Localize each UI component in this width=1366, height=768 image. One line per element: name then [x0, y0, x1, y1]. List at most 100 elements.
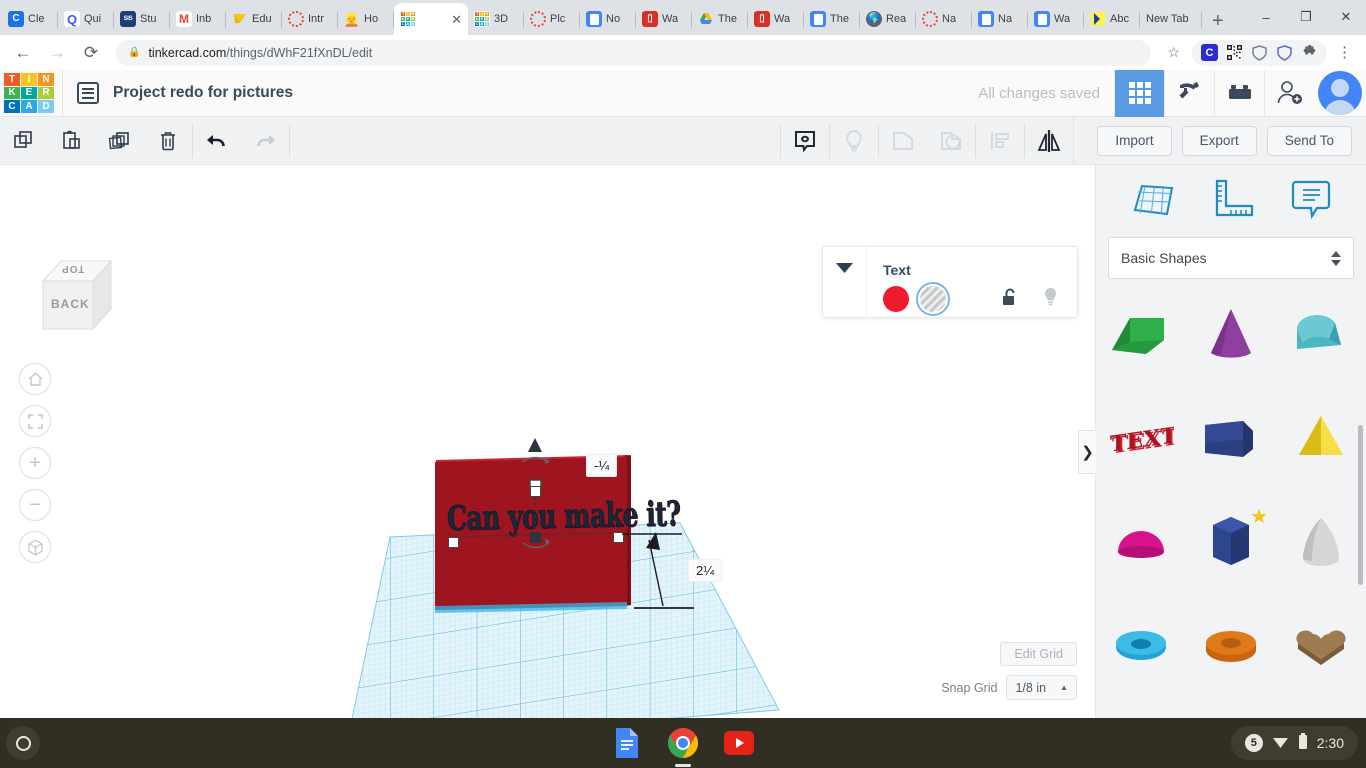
logo-letter: E	[21, 86, 37, 100]
light-icon[interactable]	[830, 117, 878, 165]
unlock-icon[interactable]	[1001, 287, 1020, 312]
paste-icon[interactable]	[48, 117, 96, 165]
resize-handle[interactable]	[530, 486, 541, 497]
shape-item-heart[interactable]	[1282, 605, 1360, 687]
youtube-icon[interactable]	[722, 726, 756, 760]
shape-item-paraboloid[interactable]	[1282, 501, 1360, 583]
shield-icon[interactable]	[1276, 44, 1293, 61]
new-tab-button[interactable]: +	[1202, 11, 1236, 35]
shape-category-select[interactable]: Basic Shapes	[1108, 237, 1354, 279]
maximize-button[interactable]: ❐	[1286, 3, 1326, 31]
browser-tab[interactable]: 👱 Ho	[338, 3, 394, 35]
ungroup-icon[interactable]	[927, 117, 975, 165]
export-button[interactable]: Export	[1181, 125, 1257, 156]
solid-color-swatch[interactable]	[883, 286, 909, 312]
browser-tab[interactable]: Na	[972, 3, 1028, 35]
dimension-label-top[interactable]: -¼	[586, 454, 618, 477]
add-person-icon[interactable]	[1264, 69, 1314, 117]
shape-item-text[interactable]: TEXT TEXT	[1102, 397, 1180, 479]
shape-item-wedge[interactable]	[1102, 293, 1180, 375]
browser-tab[interactable]: Na	[916, 3, 972, 35]
panel-scrollbar[interactable]	[1358, 425, 1363, 585]
browser-tab[interactable]: TIN KER CAD 3D	[468, 3, 524, 35]
browser-tab[interactable]: Q Qui	[58, 3, 114, 35]
bookmark-star-icon[interactable]: ☆	[1161, 44, 1186, 61]
shape-item-half-sphere[interactable]	[1102, 501, 1180, 583]
shield-icon[interactable]	[1251, 44, 1268, 61]
browser-tab[interactable]: Plc	[524, 3, 580, 35]
browser-tab[interactable]: No	[580, 3, 636, 35]
snap-grid-select[interactable]: 1/8 in ▲	[1006, 675, 1077, 700]
classroom-icon: C	[8, 11, 24, 27]
undo-icon[interactable]	[193, 117, 241, 165]
edit-grid-button[interactable]: Edit Grid	[1000, 642, 1077, 666]
browser-tab[interactable]: The	[692, 3, 748, 35]
chrome-icon[interactable]	[666, 726, 700, 767]
browser-tab[interactable]: C Cle	[2, 3, 58, 35]
inspector-collapse-button[interactable]	[823, 246, 867, 318]
copy-icon[interactable]	[0, 117, 48, 165]
hole-swatch[interactable]	[916, 282, 950, 316]
system-tray[interactable]: 5 2:30	[1230, 726, 1358, 760]
dimension-label-right[interactable]: 2¼	[688, 559, 723, 582]
minecraft-pickaxe-icon[interactable]	[1164, 69, 1214, 117]
tinkercad-logo[interactable]: T I N K E R C A D	[4, 73, 54, 113]
close-icon[interactable]: ✕	[451, 13, 462, 26]
browser-tab[interactable]: 🌎 Rea	[860, 3, 916, 35]
shape-item-torus[interactable]	[1102, 605, 1180, 687]
panel-collapse-button[interactable]: ❯	[1078, 430, 1096, 474]
note-icon[interactable]	[1289, 177, 1333, 226]
group-icon[interactable]	[879, 117, 927, 165]
note-icon[interactable]	[781, 117, 829, 165]
mirror-icon[interactable]	[1025, 117, 1073, 165]
import-button[interactable]: Import	[1097, 125, 1172, 156]
forward-button[interactable]: →	[42, 38, 72, 68]
browser-tab[interactable]: Edu	[226, 3, 282, 35]
shape-item-tube[interactable]	[1192, 605, 1270, 687]
shape-item-pyramid[interactable]	[1282, 397, 1360, 479]
lightbulb-icon[interactable]	[1042, 286, 1059, 312]
chrome-menu-button[interactable]: ⋮	[1331, 45, 1358, 60]
browser-tab[interactable]: The	[804, 3, 860, 35]
browser-tab[interactable]: New Tab	[1140, 3, 1202, 35]
browser-tab-active[interactable]: TIN KER CAD ✕	[394, 3, 468, 35]
avatar[interactable]	[1318, 71, 1362, 115]
project-list-icon[interactable]	[77, 82, 99, 104]
edpuzzle-icon	[232, 11, 248, 27]
extensions-bar: C	[1192, 39, 1327, 66]
puzzle-piece-icon[interactable]	[1301, 44, 1318, 61]
qr-code-icon[interactable]	[1226, 44, 1243, 61]
browser-tab[interactable]: Wa	[1028, 3, 1084, 35]
redo-icon[interactable]	[241, 117, 289, 165]
browser-tab[interactable]: Intr	[282, 3, 338, 35]
window-close-button[interactable]: ✕	[1326, 3, 1366, 31]
address-bar[interactable]: 🔒 tinkercad.com/things/dWhF21fXnDL/edit	[116, 39, 1152, 66]
browser-tab[interactable]: Abc	[1084, 3, 1140, 35]
browser-tab[interactable]: SIS Stu	[114, 3, 170, 35]
browser-tab[interactable]: ▯ Wa	[636, 3, 692, 35]
delete-icon[interactable]	[144, 117, 192, 165]
workplane-icon[interactable]	[1129, 178, 1177, 225]
shape-item-cone[interactable]	[1192, 293, 1270, 375]
resize-handle[interactable]	[448, 537, 459, 548]
shape-item-polygon[interactable]: ★	[1192, 501, 1270, 583]
launcher-icon[interactable]	[6, 726, 40, 760]
shape-item-box[interactable]	[1192, 397, 1270, 479]
shape-item-half-cylinder[interactable]	[1282, 293, 1360, 375]
reload-button[interactable]: ⟳	[76, 38, 106, 68]
globe-icon: 🌎	[866, 11, 882, 27]
back-button[interactable]: ←	[8, 38, 38, 68]
grid-view-icon[interactable]	[1114, 69, 1164, 117]
google-docs-icon[interactable]	[610, 726, 644, 760]
clever-icon[interactable]: C	[1201, 44, 1218, 61]
browser-tab[interactable]: M Inb	[170, 3, 226, 35]
lego-brick-icon[interactable]	[1214, 69, 1264, 117]
align-icon[interactable]	[976, 117, 1024, 165]
ruler-icon[interactable]	[1210, 177, 1256, 226]
wifi-icon	[1272, 735, 1289, 752]
duplicate-icon[interactable]	[96, 117, 144, 165]
minimize-button[interactable]: –	[1246, 3, 1286, 31]
browser-tab[interactable]: ▯ Wa	[748, 3, 804, 35]
shape-inspector-panel: Text	[822, 246, 1078, 318]
send-to-button[interactable]: Send To	[1266, 125, 1352, 156]
